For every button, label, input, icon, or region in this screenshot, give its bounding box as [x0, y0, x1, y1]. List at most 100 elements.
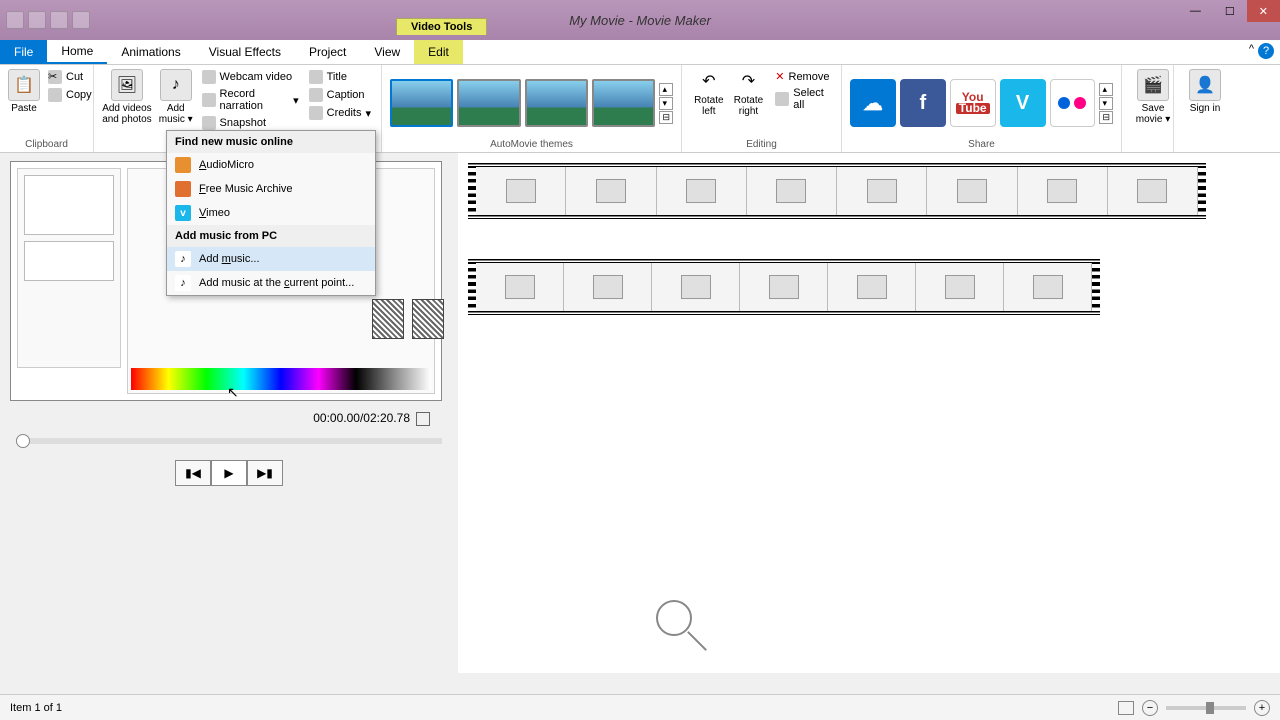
group-automovie: ▴▾⊟ AutoMovie themes [382, 65, 682, 152]
credits-button[interactable]: Credits ▾ [307, 105, 373, 121]
timeline-clip[interactable] [927, 167, 1017, 215]
dd-add-music[interactable]: ♪Add music... [167, 247, 375, 271]
tab-file[interactable]: File [0, 40, 47, 64]
tab-edit[interactable]: Edit [414, 40, 463, 64]
dd-vimeo[interactable]: vVimeo [167, 201, 375, 225]
qat-more-icon[interactable] [72, 11, 90, 29]
timeline-clip[interactable] [1108, 167, 1198, 215]
help-icon[interactable]: ? [1258, 43, 1274, 59]
timeline-clip[interactable] [916, 263, 1004, 311]
close-button[interactable]: ✕ [1247, 0, 1280, 22]
dd-add-music-current[interactable]: ♪Add music at the current point... [167, 271, 375, 295]
share-youtube-button[interactable]: YouTube [950, 79, 996, 127]
paste-button[interactable]: 📋 Paste [8, 69, 40, 114]
qat-redo-icon[interactable] [50, 11, 68, 29]
maximize-button[interactable]: ☐ [1213, 0, 1247, 22]
zoom-slider-thumb[interactable] [1206, 702, 1214, 714]
qat-undo-icon[interactable] [28, 11, 46, 29]
view-mode-icon[interactable] [1118, 701, 1134, 715]
rotate-right-label: Rotate right [730, 95, 768, 117]
add-videos-photos-button[interactable]: 🖼 Add videos and photos [102, 69, 152, 125]
sign-in-button[interactable]: 👤 Sign in [1182, 69, 1228, 114]
clip-thumb [1033, 275, 1063, 299]
photos-icon: 🖼 [111, 69, 143, 101]
tab-view[interactable]: View [360, 40, 414, 64]
share-scroll[interactable]: ▴▾⊟ [1099, 83, 1113, 124]
titlebar: Video Tools My Movie - Movie Maker — ☐ ✕ [0, 0, 1280, 40]
share-vimeo-button[interactable]: V [1000, 79, 1046, 127]
add-music-button[interactable]: ♪ Add music ▾ [158, 69, 194, 125]
tab-visual-effects[interactable]: Visual Effects [195, 40, 295, 64]
timeline-clip[interactable] [1018, 167, 1108, 215]
editing-label: Editing [690, 137, 833, 150]
tab-home[interactable]: Home [47, 40, 107, 64]
timeline-clip[interactable] [837, 167, 927, 215]
next-frame-button[interactable]: ▶▮ [247, 460, 283, 486]
qat-save-icon[interactable] [6, 11, 24, 29]
select-all-button[interactable]: Select all [773, 86, 833, 112]
theme-2[interactable] [457, 79, 520, 127]
timeline-clip[interactable] [747, 167, 837, 215]
zoom-slider[interactable] [1166, 706, 1246, 710]
webcam-label: Webcam video [220, 71, 293, 83]
timeline-clip[interactable] [1004, 263, 1092, 311]
ribbon-help-area: ^ ? [1249, 43, 1274, 59]
webcam-video-button[interactable]: Webcam video [200, 69, 301, 85]
narration-label: Record narration [220, 88, 290, 112]
seek-thumb[interactable] [16, 434, 30, 448]
save-movie-button[interactable]: 🎬 Save movie ▾ [1130, 69, 1176, 125]
share-onedrive-button[interactable]: ☁ [850, 79, 896, 127]
mic-icon [202, 93, 216, 107]
expand-preview-icon[interactable] [416, 412, 430, 426]
timeline-row-2[interactable] [468, 259, 1100, 315]
themes-scroll[interactable]: ▴▾⊟ [659, 83, 673, 124]
record-narration-button[interactable]: Record narration ▾ [200, 87, 301, 113]
status-item-count: Item 1 of 1 [10, 702, 62, 714]
minimize-button[interactable]: — [1178, 0, 1213, 22]
clip-thumb [857, 275, 887, 299]
paste-label: Paste [11, 103, 37, 114]
rotate-right-button[interactable]: ↷ Rotate right [730, 69, 768, 117]
clip-thumb [945, 275, 975, 299]
timeline-row-1[interactable] [468, 163, 1206, 219]
remove-icon: ✕ [775, 70, 784, 83]
share-flickr-button[interactable] [1050, 79, 1096, 127]
timeline-clip[interactable] [476, 167, 566, 215]
zoom-in-button[interactable]: + [1254, 700, 1270, 716]
theme-4[interactable] [592, 79, 655, 127]
dd-audiomicro[interactable]: AudioMicro [167, 153, 375, 177]
tab-project[interactable]: Project [295, 40, 360, 64]
timeline-clip[interactable] [740, 263, 828, 311]
audiomicro-icon [175, 157, 191, 173]
fma-icon [175, 181, 191, 197]
timeline-clip[interactable] [566, 167, 656, 215]
play-button[interactable]: ▶ [211, 460, 247, 486]
title-button[interactable]: Title [307, 69, 373, 85]
cut-button[interactable]: ✂Cut [46, 69, 94, 85]
rotate-left-button[interactable]: ↶ Rotate left [690, 69, 728, 117]
signin-icon: 👤 [1189, 69, 1221, 101]
caption-button[interactable]: Caption [307, 87, 373, 103]
select-all-icon [775, 92, 789, 106]
paste-icon: 📋 [8, 69, 40, 101]
zoom-out-button[interactable]: − [1142, 700, 1158, 716]
timeline-clip[interactable] [652, 263, 740, 311]
prev-frame-button[interactable]: ▮◀ [175, 460, 211, 486]
snapshot-button[interactable]: Snapshot [200, 115, 301, 131]
timeline-clip[interactable] [564, 263, 652, 311]
theme-3[interactable] [525, 79, 588, 127]
dd-free-music-archive[interactable]: Free Music Archive [167, 177, 375, 201]
remove-button[interactable]: ✕ Remove [773, 69, 833, 84]
timeline-clip[interactable] [657, 167, 747, 215]
timeline-clip[interactable] [828, 263, 916, 311]
ribbon-collapse-icon[interactable]: ^ [1249, 43, 1254, 59]
seek-bar[interactable] [16, 438, 442, 444]
tab-animations[interactable]: Animations [107, 40, 194, 64]
share-facebook-button[interactable]: f [900, 79, 946, 127]
clip-thumb [506, 179, 536, 203]
quick-access-toolbar [0, 11, 90, 29]
timeline-clip[interactable] [476, 263, 564, 311]
theme-1[interactable] [390, 79, 453, 127]
save-movie-label: Save movie ▾ [1130, 103, 1176, 125]
copy-button[interactable]: Copy [46, 87, 94, 103]
